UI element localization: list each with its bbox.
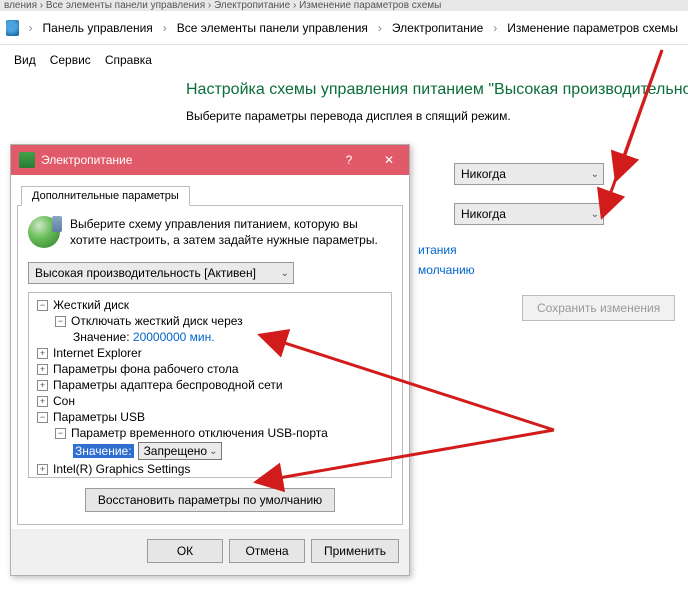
menu-service[interactable]: Сервис: [50, 53, 91, 67]
tree-hdd-off[interactable]: − Отключать жесткий диск через: [31, 313, 389, 329]
chevron-down-icon: ⌄: [591, 209, 599, 220]
collapse-icon[interactable]: −: [37, 412, 48, 423]
power-plan-icon: [28, 216, 60, 248]
tree-desktop-bg[interactable]: + Параметры фона рабочего стола: [31, 361, 389, 377]
breadcrumb: › Панель управления › Все элементы панел…: [0, 11, 688, 45]
hdd-value-link[interactable]: 20000000 мин.: [133, 330, 215, 344]
dialog-intro: Выберите схему управления питанием, кото…: [70, 216, 392, 248]
tree-intel[interactable]: + Intel(R) Graphics Settings: [31, 461, 389, 477]
menu-bar: Вид Сервис Справка: [0, 45, 688, 81]
tree-wifi[interactable]: + Параметры адаптера беспроводной сети: [31, 377, 389, 393]
display-timeout-select[interactable]: Никогда ⌄: [454, 163, 604, 185]
expand-icon[interactable]: +: [37, 348, 48, 359]
collapse-icon[interactable]: −: [37, 300, 48, 311]
breadcrumb-item[interactable]: Панель управления: [39, 18, 157, 38]
chevron-down-icon: ⌄: [281, 268, 289, 279]
control-panel-icon: [6, 20, 19, 36]
chevron-down-icon: ⌄: [591, 169, 599, 180]
usb-value-label: Значение:: [73, 444, 134, 458]
apply-button[interactable]: Применить: [311, 539, 399, 563]
collapse-icon[interactable]: −: [55, 428, 66, 439]
chevron-right-icon: ›: [27, 21, 35, 35]
battery-icon: [19, 152, 35, 168]
breadcrumb-item[interactable]: Все элементы панели управления: [173, 18, 372, 38]
page-title: Настройка схемы управления питанием "Выс…: [186, 81, 688, 99]
select-value: Никогда: [461, 167, 506, 181]
breadcrumb-item[interactable]: Изменение параметров схемы: [503, 18, 682, 38]
menu-view[interactable]: Вид: [14, 53, 36, 67]
tree-hdd-value[interactable]: Значение: 20000000 мин.: [31, 329, 389, 345]
dialog-buttons: ОК Отмена Применить: [11, 529, 409, 575]
chevron-down-icon: ⌄: [209, 446, 217, 457]
chevron-right-icon: ›: [161, 21, 169, 35]
save-changes-button: Сохранить изменения: [522, 295, 675, 321]
select-value: Никогда: [461, 207, 506, 221]
page-subtitle: Выберите параметры перевода дисплея в сп…: [186, 109, 688, 123]
tab-advanced[interactable]: Дополнительные параметры: [21, 186, 190, 206]
ok-button[interactable]: ОК: [147, 539, 223, 563]
cancel-button[interactable]: Отмена: [229, 539, 305, 563]
close-button[interactable]: ✕: [369, 145, 409, 175]
collapse-icon[interactable]: −: [55, 316, 66, 327]
chevron-right-icon: ›: [376, 21, 384, 35]
expand-icon[interactable]: +: [37, 364, 48, 375]
expand-icon[interactable]: +: [37, 380, 48, 391]
window-title-partial: вления › Все элементы панели управления …: [0, 0, 688, 11]
power-options-dialog: Электропитание ? ✕ Дополнительные параме…: [10, 144, 410, 576]
select-value: Запрещено: [144, 444, 207, 458]
tree-ie[interactable]: + Internet Explorer: [31, 345, 389, 361]
tree-sleep[interactable]: + Сон: [31, 393, 389, 409]
tree-usb[interactable]: − Параметры USB: [31, 409, 389, 425]
usb-value-select[interactable]: Запрещено ⌄: [138, 442, 222, 460]
tree-hdd[interactable]: − Жесткий диск: [31, 297, 389, 313]
sleep-timeout-select[interactable]: Никогда ⌄: [454, 203, 604, 225]
chevron-right-icon: ›: [491, 21, 499, 35]
dialog-title: Электропитание: [41, 153, 132, 167]
tree-usb-suspend[interactable]: − Параметр временного отключения USB-пор…: [31, 425, 389, 441]
restore-defaults-button[interactable]: Восстановить параметры по умолчанию: [85, 488, 335, 512]
tree-usb-value[interactable]: Значение: Запрещено ⌄: [31, 441, 389, 461]
expand-icon[interactable]: +: [37, 396, 48, 407]
power-scheme-select[interactable]: Высокая производительность [Активен] ⌄: [28, 262, 294, 284]
dialog-titlebar[interactable]: Электропитание ? ✕: [11, 145, 409, 175]
menu-help[interactable]: Справка: [105, 53, 152, 67]
help-button[interactable]: ?: [329, 145, 369, 175]
breadcrumb-item[interactable]: Электропитание: [388, 18, 487, 38]
select-value: Высокая производительность [Активен]: [35, 266, 256, 280]
settings-tree[interactable]: − Жесткий диск − Отключать жесткий диск …: [28, 292, 392, 478]
expand-icon[interactable]: +: [37, 464, 48, 475]
